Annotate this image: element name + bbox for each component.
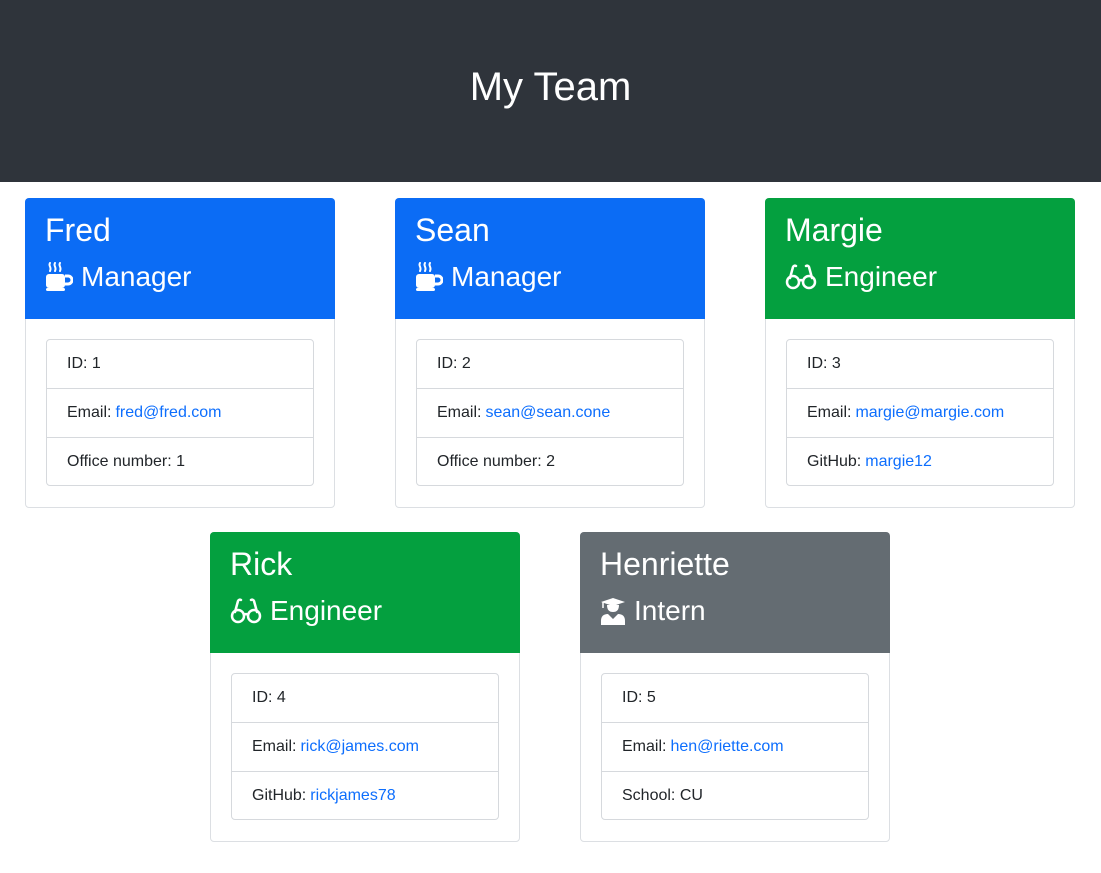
employee-role: Manager — [45, 258, 192, 296]
info-email: Email: fred@fred.com — [47, 388, 313, 437]
info-list: ID: 2 Email: sean@sean.cone Office numbe… — [416, 339, 684, 486]
info-list: ID: 5 Email: hen@riette.com School: CU — [601, 673, 869, 820]
info-id: ID: 5 — [622, 689, 656, 706]
employee-name: Henriette — [600, 546, 730, 582]
email-label: Email: — [622, 738, 667, 755]
card-header: Rick Engineer — [210, 532, 520, 653]
email-label: Email: — [67, 404, 112, 421]
info-school: School: CU — [602, 771, 868, 819]
role-label: Intern — [634, 595, 706, 626]
employee-name: Rick — [230, 546, 293, 582]
email-link[interactable]: fred@fred.com — [115, 403, 221, 423]
glasses-icon — [785, 264, 817, 290]
email-link[interactable]: rick@james.com — [300, 737, 418, 757]
employee-name: Fred — [45, 212, 111, 248]
info-id: ID: 3 — [807, 355, 841, 372]
card-header: Fred Manager — [25, 198, 335, 319]
email-label: Email: — [437, 404, 482, 421]
info-email: Email: hen@riette.com — [602, 722, 868, 771]
employee-card-fred: Fred Manager ID: 1 Email: fred@fred.com … — [25, 198, 335, 508]
card-header: Sean Manager — [395, 198, 705, 319]
info-email: Email: rick@james.com — [232, 722, 498, 771]
github-link[interactable]: margie12 — [865, 452, 932, 472]
employee-role: Intern — [600, 592, 706, 630]
info-github: GitHub: rickjames78 — [232, 771, 498, 819]
employee-card-rick: Rick Engineer ID: 4 Email: rick@james.co… — [210, 532, 520, 842]
employee-card-margie: Margie Engineer ID: 3 Email: margie@marg… — [765, 198, 1075, 508]
employee-card-henriette: Henriette Intern ID: 5 Email: hen@riette… — [580, 532, 890, 842]
github-label: GitHub: — [252, 786, 307, 804]
email-label: Email: — [807, 404, 852, 421]
mug-hot-icon — [45, 262, 73, 292]
user-graduate-icon — [600, 597, 626, 625]
email-link[interactable]: margie@margie.com — [855, 403, 1004, 423]
info-github: GitHub: margie12 — [787, 437, 1053, 485]
info-office-number: Office number: 2 — [417, 437, 683, 485]
employee-name: Margie — [785, 212, 883, 248]
github-label: GitHub: — [807, 452, 862, 470]
email-link[interactable]: sean@sean.cone — [485, 403, 610, 423]
employee-card-sean: Sean Manager ID: 2 Email: sean@sean.cone… — [395, 198, 705, 508]
card-header: Henriette Intern — [580, 532, 890, 653]
info-id: ID: 2 — [437, 355, 471, 372]
info-list: ID: 3 Email: margie@margie.com GitHub: m… — [786, 339, 1054, 486]
info-office-number: Office number: 1 — [47, 437, 313, 485]
card-header: Margie Engineer — [765, 198, 1075, 319]
info-list: ID: 1 Email: fred@fred.com Office number… — [46, 339, 314, 486]
info-id: ID: 1 — [67, 355, 101, 372]
page-header: My Team — [0, 0, 1101, 182]
email-link[interactable]: hen@riette.com — [670, 737, 783, 757]
mug-hot-icon — [415, 262, 443, 292]
glasses-icon — [230, 598, 262, 624]
employee-role: Engineer — [230, 592, 382, 630]
info-email: Email: sean@sean.cone — [417, 388, 683, 437]
email-label: Email: — [252, 738, 297, 755]
github-link[interactable]: rickjames78 — [310, 786, 395, 806]
info-list: ID: 4 Email: rick@james.com GitHub: rick… — [231, 673, 499, 820]
employee-role: Engineer — [785, 258, 937, 296]
page-title: My Team — [469, 65, 632, 109]
role-label: Manager — [81, 261, 192, 292]
employee-role: Manager — [415, 258, 562, 296]
role-label: Engineer — [825, 261, 938, 292]
role-label: Engineer — [270, 595, 383, 626]
info-id: ID: 4 — [252, 689, 286, 706]
role-label: Manager — [451, 261, 562, 292]
info-email: Email: margie@margie.com — [787, 388, 1053, 437]
employee-name: Sean — [415, 212, 490, 248]
